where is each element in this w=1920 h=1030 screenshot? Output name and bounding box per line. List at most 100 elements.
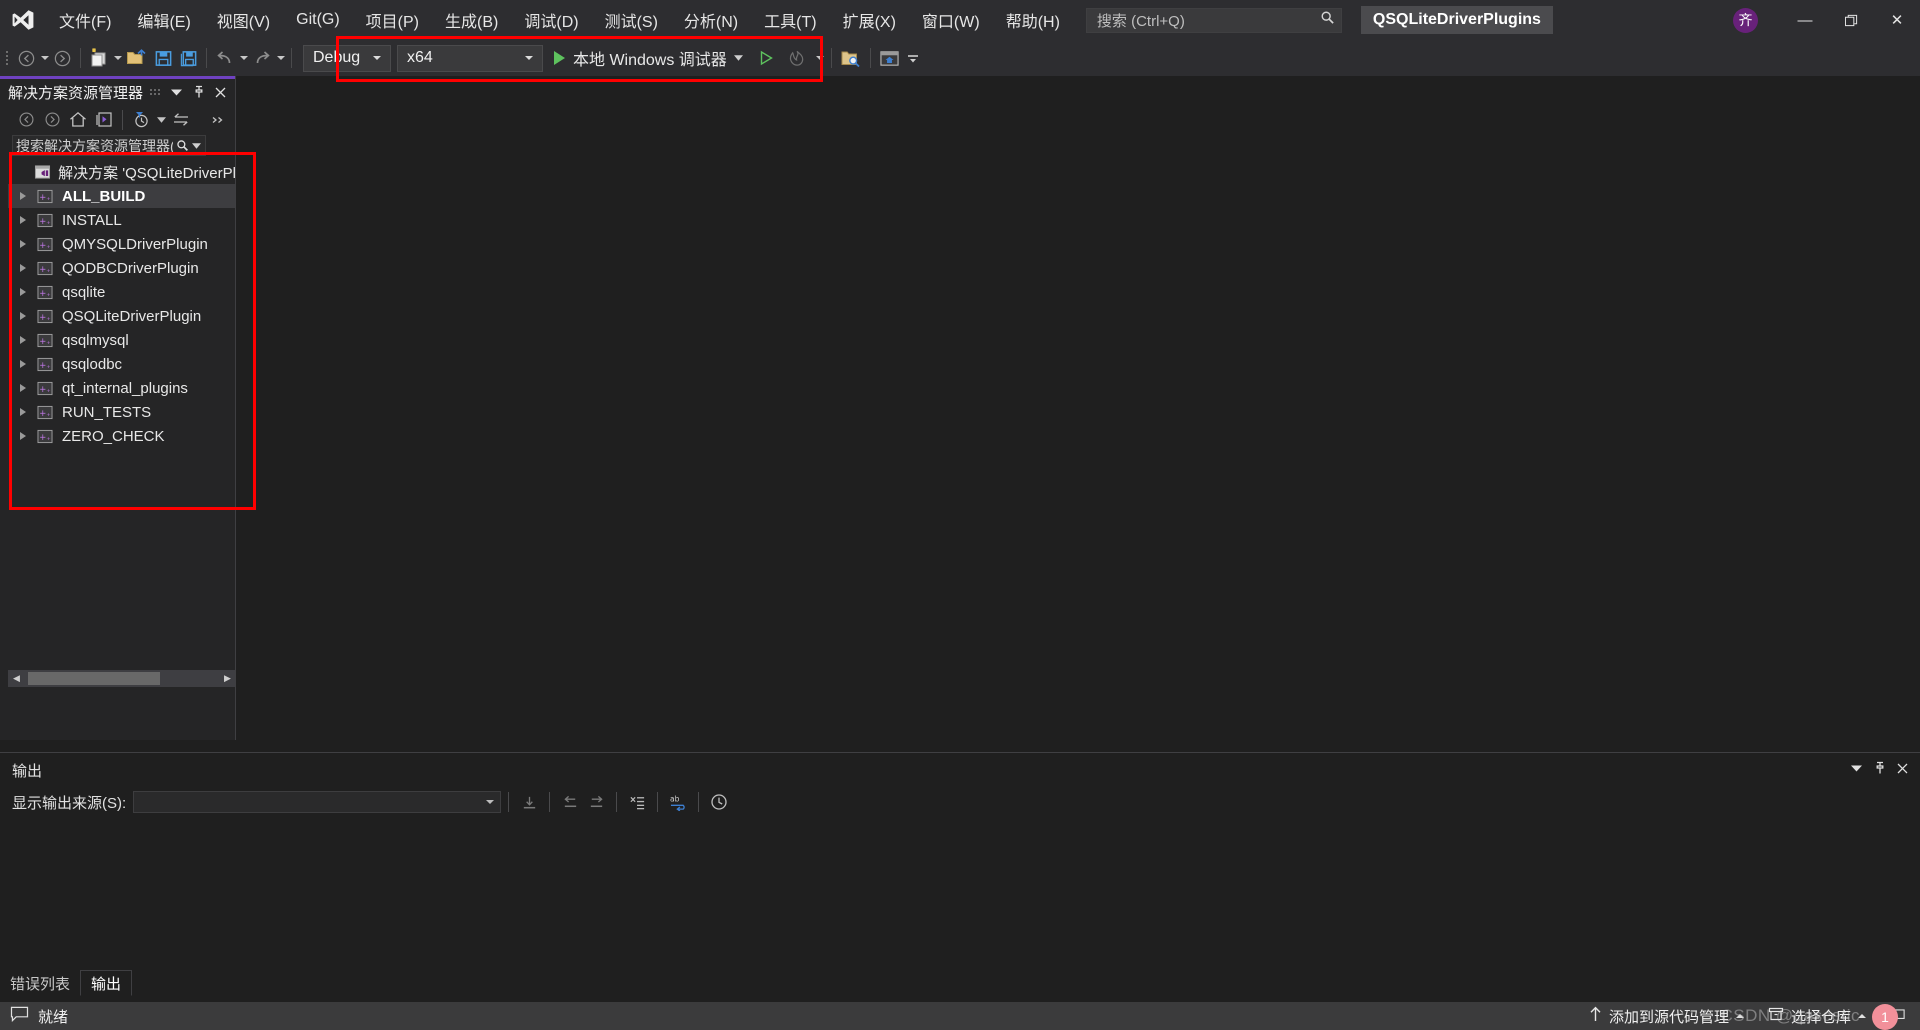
search-icon[interactable] xyxy=(173,139,192,152)
chevron-down-icon[interactable] xyxy=(167,82,186,102)
clear-all-icon[interactable] xyxy=(624,790,650,814)
expander-icon[interactable] xyxy=(12,192,34,200)
forward-icon[interactable] xyxy=(40,109,64,131)
close-icon[interactable] xyxy=(1893,758,1912,778)
solution-explorer-search-input[interactable]: 搜索解决方案资源管理器(C xyxy=(12,135,206,156)
tree-row-solution[interactable]: 解决方案 'QSQLiteDriverPl xyxy=(8,160,236,184)
menu-extensions[interactable]: 扩展(X) xyxy=(830,0,909,40)
menu-build[interactable]: 生成(B) xyxy=(432,0,511,40)
solution-explorer-icon[interactable] xyxy=(876,44,903,72)
hot-reload-dropdown-icon[interactable] xyxy=(815,44,826,72)
toolbar-grip[interactable] xyxy=(0,46,14,70)
menu-help[interactable]: 帮助(H) xyxy=(993,0,1073,40)
tab-output[interactable]: 输出 xyxy=(80,970,133,996)
output-text-area[interactable] xyxy=(0,817,1920,975)
undo-icon[interactable] xyxy=(212,44,238,72)
tree-row-qsqlmysql[interactable]: +₊ qsqlmysql xyxy=(8,328,236,352)
switch-views-icon[interactable] xyxy=(92,109,116,131)
toolbar-overflow-icon[interactable] xyxy=(903,44,923,72)
menu-git[interactable]: Git(G) xyxy=(283,0,353,40)
notification-count-badge[interactable]: 1 xyxy=(1872,1004,1898,1030)
expander-icon[interactable] xyxy=(12,216,34,224)
pin-icon[interactable] xyxy=(1870,758,1889,778)
minimize-button[interactable]: — xyxy=(1782,3,1828,37)
solution-platform-combo[interactable]: x64 xyxy=(397,44,543,72)
more-options-icon[interactable] xyxy=(145,82,164,102)
back-icon[interactable] xyxy=(14,109,38,131)
start-debugging-button[interactable]: 本地 Windows 调试器 xyxy=(549,44,748,72)
navigate-forward-icon[interactable] xyxy=(50,44,75,72)
close-icon[interactable] xyxy=(211,82,230,102)
active-project-chip[interactable]: QSQLiteDriverPlugins xyxy=(1360,6,1553,34)
quick-search-box[interactable]: 搜索 (Ctrl+Q) xyxy=(1085,7,1342,33)
pending-changes-filter-icon[interactable] xyxy=(129,109,153,131)
scroll-right-icon[interactable]: ▶ xyxy=(219,670,236,687)
expander-icon[interactable] xyxy=(12,312,34,320)
tree-row-qsqlodbc[interactable]: +₊ qsqlodbc xyxy=(8,352,236,376)
navigate-back-icon[interactable] xyxy=(14,44,39,72)
menu-file[interactable]: 文件(F) xyxy=(46,0,124,40)
tree-row-qodbcdriverplugin[interactable]: +₊ QODBCDriverPlugin xyxy=(8,256,236,280)
expander-icon[interactable] xyxy=(12,432,34,440)
save-icon[interactable] xyxy=(151,44,176,72)
restore-button[interactable] xyxy=(1828,3,1874,37)
menu-window[interactable]: 窗口(W) xyxy=(909,0,993,40)
redo-icon[interactable] xyxy=(249,44,275,72)
tree-row-all-build[interactable]: +₊ ALL_BUILD xyxy=(8,184,236,208)
menu-debug[interactable]: 调试(D) xyxy=(511,0,591,40)
expander-icon[interactable] xyxy=(12,384,34,392)
tree-row-qsqlite[interactable]: +₊ qsqlite xyxy=(8,280,236,304)
go-to-next-message-icon[interactable] xyxy=(583,790,609,814)
feedback-icon[interactable] xyxy=(10,1006,29,1027)
chevrons-right-icon[interactable] xyxy=(206,109,230,131)
menu-project[interactable]: 项目(P) xyxy=(353,0,432,40)
find-in-files-icon[interactable] xyxy=(837,44,865,72)
expander-icon[interactable] xyxy=(12,408,34,416)
go-to-previous-message-icon[interactable] xyxy=(557,790,583,814)
expander-icon[interactable] xyxy=(12,240,34,248)
expander-icon[interactable] xyxy=(12,360,34,368)
navigate-back-dropdown-icon[interactable] xyxy=(39,44,50,72)
tree-row-qsqlitedriverplugin[interactable]: +₊ QSQLiteDriverPlugin xyxy=(8,304,236,328)
home-icon[interactable] xyxy=(66,109,90,131)
find-message-icon[interactable] xyxy=(516,790,542,814)
sync-with-active-document-icon[interactable] xyxy=(169,109,193,131)
menu-view[interactable]: 视图(V) xyxy=(204,0,283,40)
undo-dropdown-icon[interactable] xyxy=(238,44,249,72)
menu-tools[interactable]: 工具(T) xyxy=(751,0,829,40)
tree-row-install[interactable]: +₊ INSTALL xyxy=(8,208,236,232)
chevron-down-icon[interactable] xyxy=(1847,758,1866,778)
tree-row-qt-internal-plugins[interactable]: +₊ qt_internal_plugins xyxy=(8,376,236,400)
close-button[interactable]: ✕ xyxy=(1874,3,1920,37)
expander-icon[interactable] xyxy=(12,288,34,296)
hot-reload-icon[interactable] xyxy=(784,44,809,72)
redo-dropdown-icon[interactable] xyxy=(275,44,286,72)
new-item-icon[interactable] xyxy=(86,44,112,72)
menu-edit[interactable]: 编辑(E) xyxy=(124,0,203,40)
chevron-down-icon[interactable] xyxy=(192,142,205,149)
select-repository-button[interactable]: 选择仓库 xyxy=(1760,1002,1874,1030)
menu-analyze[interactable]: 分析(N) xyxy=(671,0,751,40)
output-source-combo[interactable] xyxy=(133,791,502,813)
solution-configuration-combo[interactable]: Debug xyxy=(303,44,391,72)
tree-row-zero-check[interactable]: +₊ ZERO_CHECK xyxy=(8,424,236,448)
show-timestamps-icon[interactable] xyxy=(706,790,732,814)
pin-icon[interactable] xyxy=(189,82,208,102)
new-item-dropdown-icon[interactable] xyxy=(112,44,123,72)
menu-test[interactable]: 测试(S) xyxy=(592,0,671,40)
save-all-icon[interactable] xyxy=(176,44,201,72)
scrollbar-thumb[interactable] xyxy=(28,672,160,685)
scroll-left-icon[interactable]: ◀ xyxy=(8,670,25,687)
open-folder-icon[interactable] xyxy=(123,44,151,72)
start-without-debugging-icon[interactable] xyxy=(754,44,778,72)
expander-icon[interactable] xyxy=(12,336,34,344)
chevron-down-icon[interactable] xyxy=(155,109,167,131)
tree-row-run-tests[interactable]: +₊ RUN_TESTS xyxy=(8,400,236,424)
solution-explorer-horizontal-scrollbar[interactable]: ◀ ▶ xyxy=(8,670,236,687)
add-to-source-control-button[interactable]: 添加到源代码管理 xyxy=(1581,1002,1752,1030)
tab-error-list[interactable]: 错误列表 xyxy=(0,970,80,996)
chevron-down-icon[interactable] xyxy=(733,55,743,61)
toggle-word-wrap-icon[interactable]: ab xyxy=(665,790,691,814)
avatar[interactable]: 齐 xyxy=(1733,7,1758,33)
expander-icon[interactable] xyxy=(12,264,34,272)
